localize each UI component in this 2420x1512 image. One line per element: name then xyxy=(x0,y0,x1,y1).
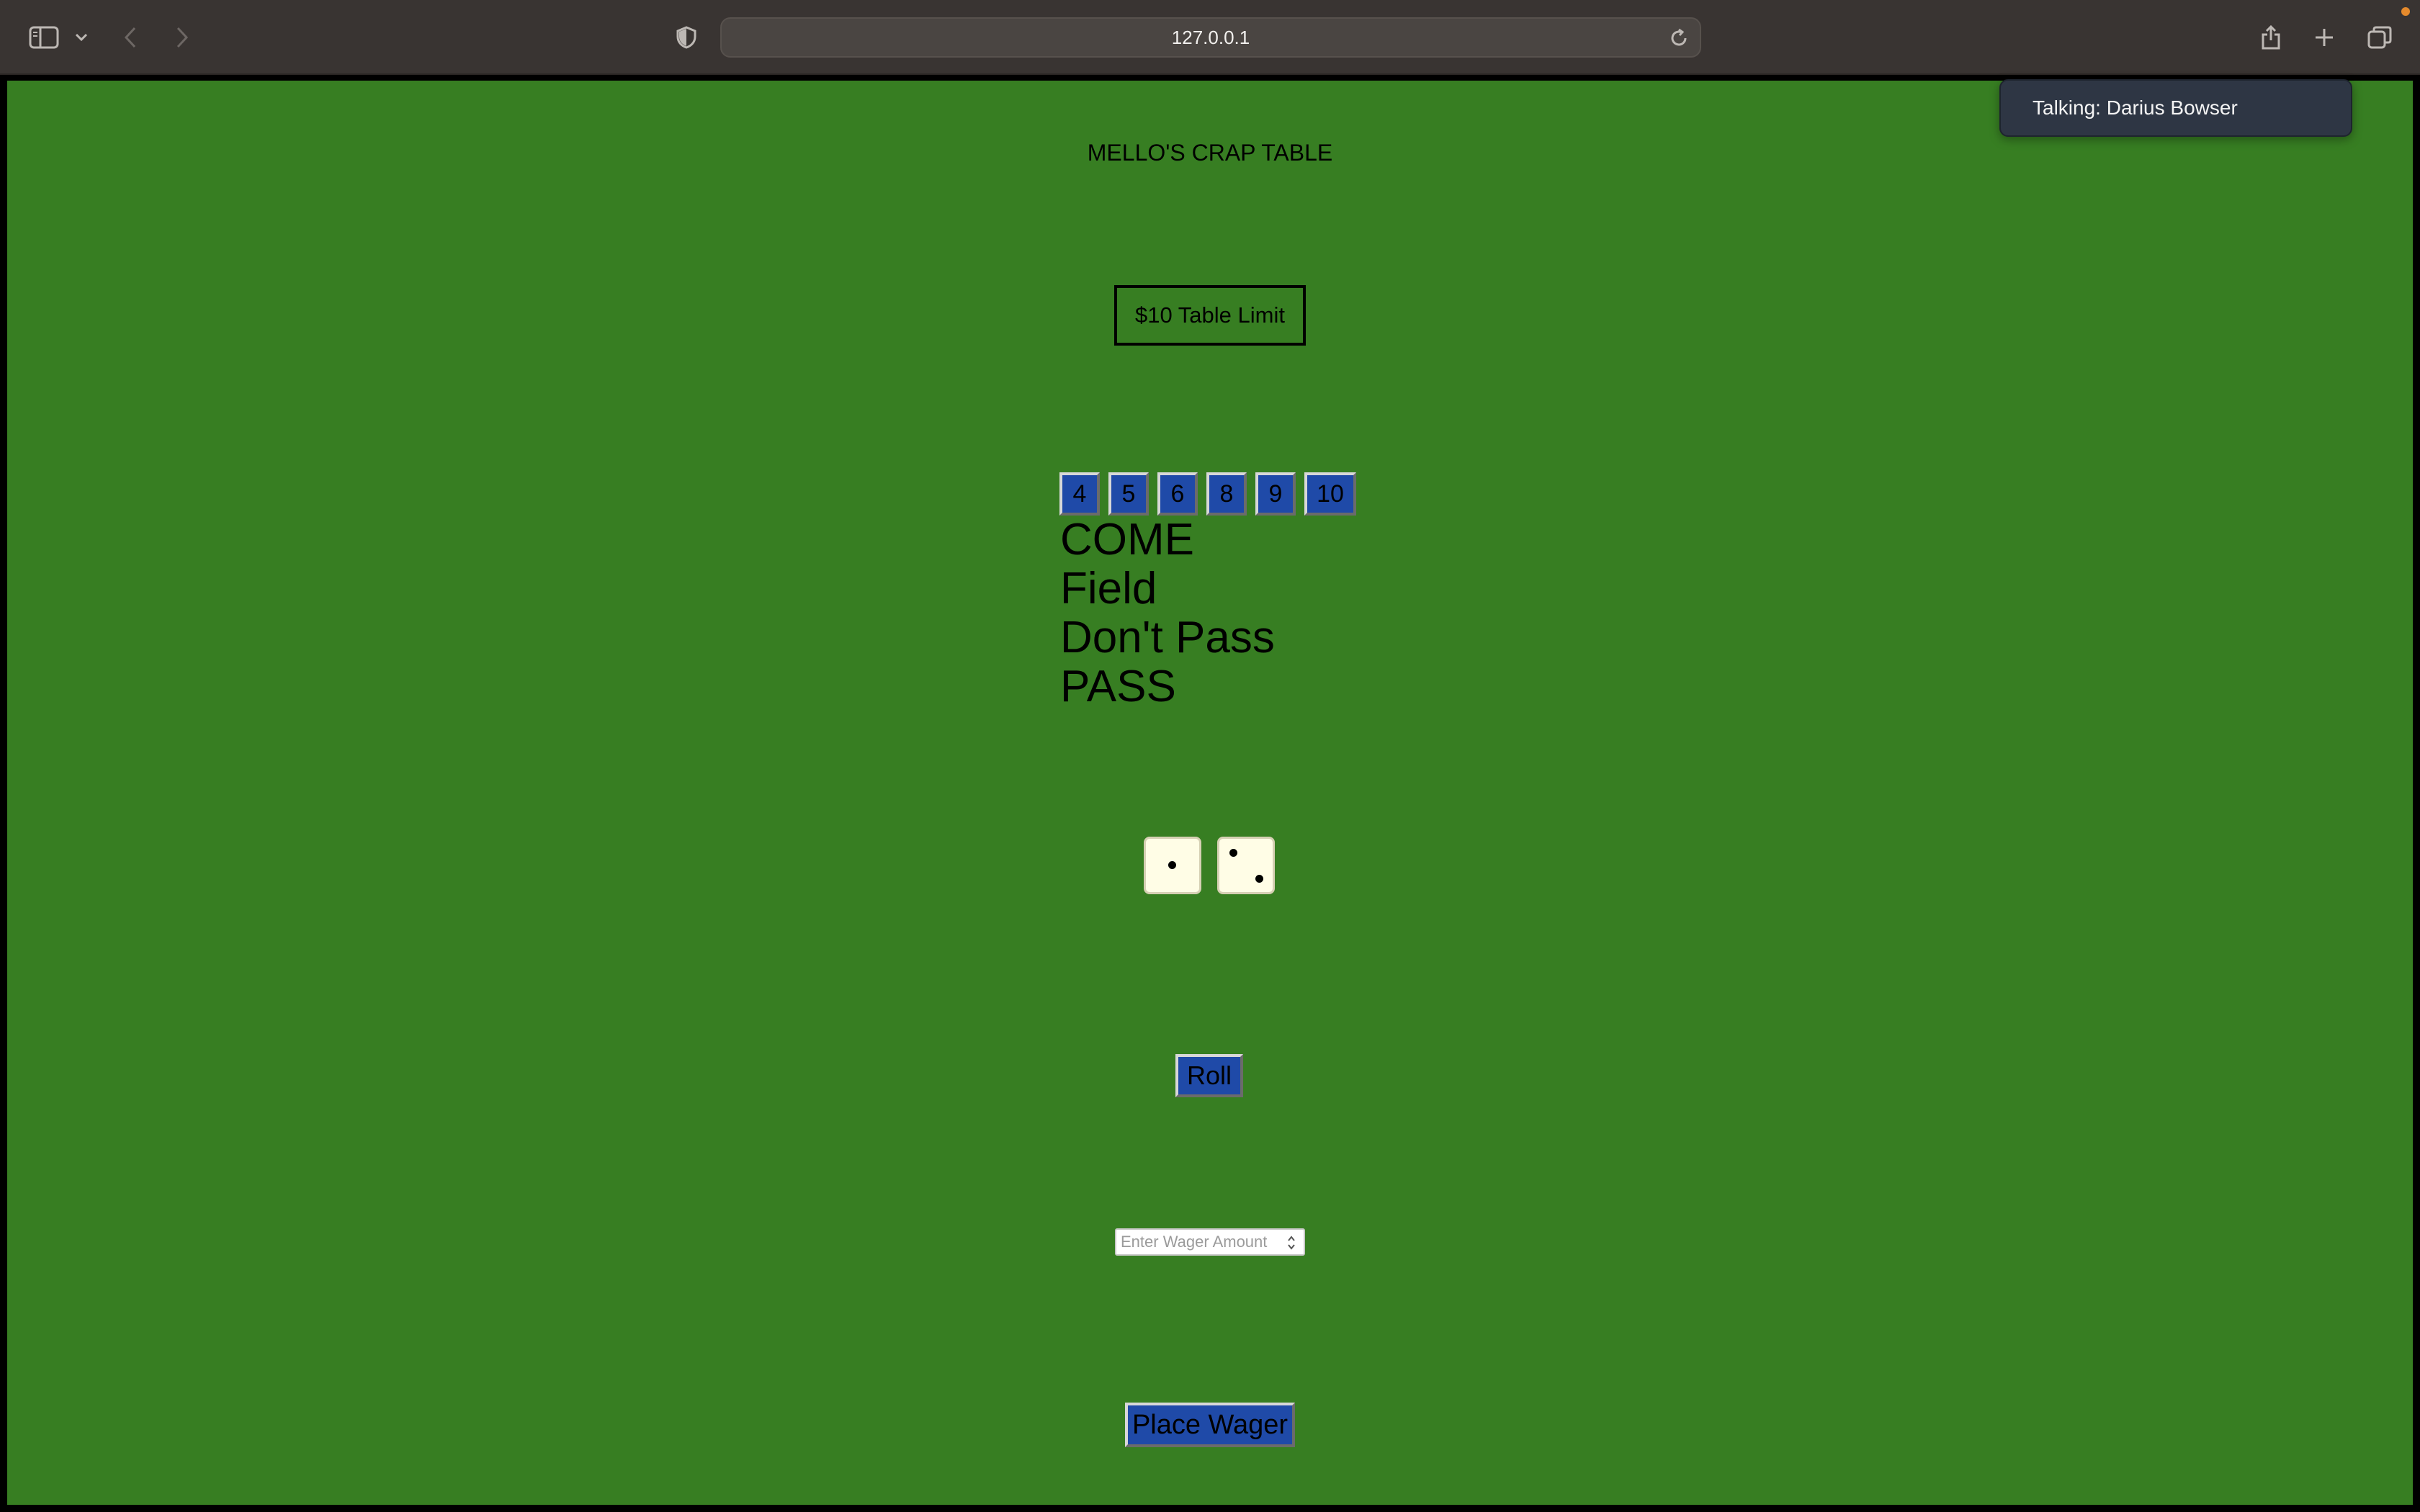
point-4-button[interactable]: 4 xyxy=(1059,472,1100,516)
url-text: 127.0.0.1 xyxy=(1171,26,1250,48)
talking-notification: Talking: Darius Bowser xyxy=(1999,79,2352,137)
new-tab-icon[interactable] xyxy=(2312,19,2336,56)
tab-overview-icon[interactable] xyxy=(2367,19,2393,56)
address-bar[interactable]: 127.0.0.1 xyxy=(720,17,1701,58)
point-5-button[interactable]: 5 xyxy=(1108,472,1149,516)
sidebar-toggle-icon[interactable] xyxy=(27,19,60,56)
chevron-down-icon[interactable] xyxy=(72,19,91,56)
die-pip xyxy=(1255,875,1263,883)
privacy-shield-icon[interactable] xyxy=(674,19,699,56)
share-icon[interactable] xyxy=(2259,19,2283,56)
die-pip xyxy=(1168,861,1176,869)
table-limit-box: $10 Table Limit xyxy=(1114,285,1306,346)
bet-field[interactable]: Field xyxy=(1060,564,1275,613)
place-wager-button[interactable]: Place Wager xyxy=(1125,1403,1295,1447)
bet-area-list: COME Field Don't Pass PASS xyxy=(1060,516,1275,711)
bet-pass[interactable]: PASS xyxy=(1060,662,1275,711)
recording-indicator xyxy=(2401,7,2410,16)
number-stepper-icon[interactable] xyxy=(1286,1234,1296,1256)
craps-table: MELLO'S CRAP TABLE $10 Table Limit 4 5 6… xyxy=(7,81,2413,1505)
roll-button[interactable]: Roll xyxy=(1175,1054,1243,1097)
reload-icon[interactable] xyxy=(1668,27,1690,53)
wager-placeholder: Enter Wager Amount xyxy=(1121,1233,1268,1251)
point-8-button[interactable]: 8 xyxy=(1206,472,1247,516)
point-9-button[interactable]: 9 xyxy=(1255,472,1296,516)
bet-come[interactable]: COME xyxy=(1060,516,1275,564)
point-number-buttons: 4 5 6 8 9 10 xyxy=(1059,472,1356,516)
back-icon[interactable] xyxy=(120,19,141,56)
forward-icon[interactable] xyxy=(171,19,193,56)
die-two xyxy=(1217,837,1275,894)
point-6-button[interactable]: 6 xyxy=(1157,472,1198,516)
wager-amount-input[interactable]: Enter Wager Amount xyxy=(1115,1228,1305,1256)
browser-toolbar: 127.0.0.1 xyxy=(0,0,2420,75)
die-one xyxy=(1144,837,1201,894)
page-title: MELLO'S CRAP TABLE xyxy=(1087,140,1333,166)
point-10-button[interactable]: 10 xyxy=(1304,472,1356,516)
die-pip xyxy=(1229,849,1237,857)
bet-dont-pass[interactable]: Don't Pass xyxy=(1060,613,1275,662)
